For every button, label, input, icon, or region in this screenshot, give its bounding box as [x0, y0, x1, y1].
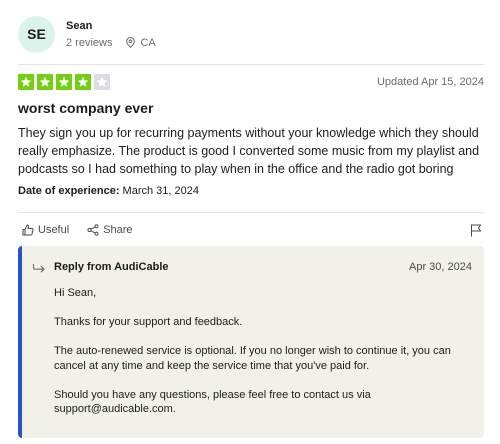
- star-icon: [77, 76, 89, 87]
- reviewer-name[interactable]: Sean: [66, 19, 156, 33]
- review-body: They sign you up for recurring payments …: [18, 126, 480, 176]
- star-filled: [18, 74, 34, 90]
- reply-body: Hi Sean, Thanks for your support and fee…: [54, 286, 464, 431]
- star-icon: [96, 76, 108, 87]
- share-icon: [87, 224, 99, 236]
- review-actions: Useful Share: [22, 224, 151, 236]
- share-button[interactable]: Share: [87, 224, 133, 236]
- avatar[interactable]: SE: [18, 15, 55, 53]
- divider: [18, 64, 484, 65]
- star-empty: [94, 74, 110, 90]
- reviewer-header: SE Sean 2 reviews CA: [18, 14, 156, 54]
- star-icon: [58, 76, 70, 87]
- location-pin-icon: [126, 37, 136, 48]
- share-label: Share: [103, 224, 133, 236]
- experience-label: Date of experience:: [18, 185, 120, 197]
- review-count: 2 reviews: [66, 36, 113, 49]
- divider: [18, 212, 484, 213]
- star-rating: [18, 74, 113, 90]
- reply-date: Apr 30, 2024: [409, 261, 472, 273]
- reply-paragraph: Hi Sean,: [54, 287, 97, 299]
- reply-paragraph: The auto-renewed service is optional. If…: [54, 345, 451, 372]
- reply-paragraph: Should you have any questions, please fe…: [54, 388, 371, 416]
- reviewer-meta: 2 reviews CA: [66, 36, 156, 50]
- reply-author: Reply from AudiCable: [54, 261, 169, 273]
- thumbs-up-icon: [22, 224, 34, 236]
- updated-date: Updated Apr 15, 2024: [376, 76, 484, 88]
- reviewer-info: Sean 2 reviews CA: [66, 19, 156, 50]
- review-title[interactable]: worst company ever: [18, 100, 153, 116]
- location-label: CA: [140, 36, 156, 49]
- useful-label: Useful: [38, 224, 70, 236]
- star-icon: [39, 76, 51, 87]
- star-filled: [56, 74, 72, 90]
- reply-arrow-icon: [32, 264, 45, 273]
- experience-date: March 31, 2024: [122, 185, 199, 197]
- date-of-experience: Date of experience: March 31, 2024: [18, 185, 199, 197]
- star-filled: [37, 74, 53, 90]
- reply-paragraph: Thanks for your support and feedback.: [54, 316, 243, 328]
- flag-icon[interactable]: [470, 224, 482, 237]
- useful-button[interactable]: Useful: [22, 224, 69, 236]
- company-reply: Reply from AudiCable Apr 30, 2024 Hi Sea…: [18, 246, 484, 438]
- location: CA: [126, 36, 156, 50]
- star-filled: [75, 74, 91, 90]
- star-icon: [20, 76, 32, 87]
